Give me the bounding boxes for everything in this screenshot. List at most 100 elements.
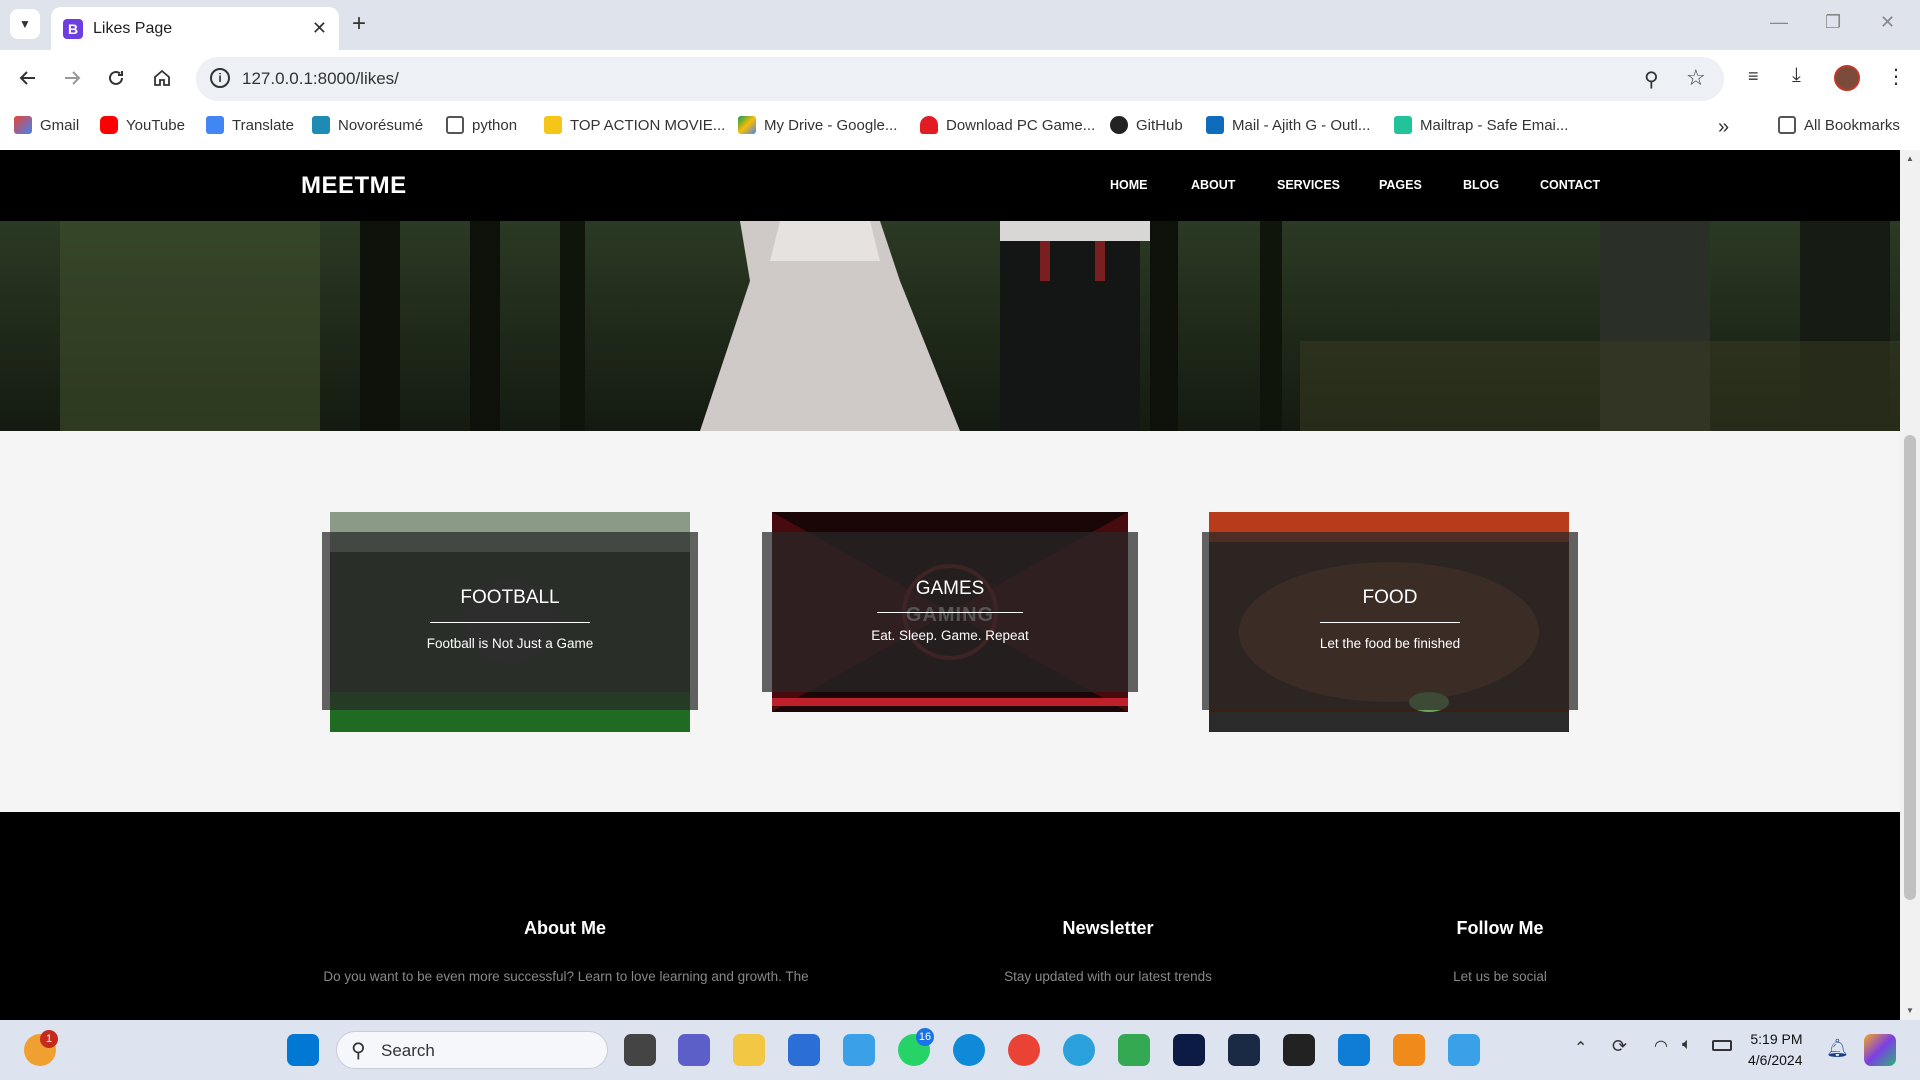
google-drive-icon[interactable]: [1118, 1034, 1150, 1066]
edge-icon[interactable]: [953, 1034, 985, 1066]
zoom-icon[interactable]: ⚲: [1644, 67, 1659, 92]
vscode-icon[interactable]: [1338, 1034, 1370, 1066]
site-footer: About Me Do you want to be even more suc…: [0, 812, 1900, 1020]
food-card-overlay[interactable]: FOOD Let the food be finished: [1202, 532, 1578, 710]
address-bar[interactable]: i 127.0.0.1:8000/likes/ ⚲ ☆: [196, 57, 1724, 101]
scroll-down-icon[interactable]: ▼: [1906, 1006, 1914, 1015]
browser-tab-bar: ▼ B Likes Page ✕ + — ❐ ✕: [0, 0, 1920, 50]
card-subtitle: Eat. Sleep. Game. Repeat: [871, 628, 1029, 643]
media-controls-icon[interactable]: ≡: [1748, 66, 1759, 87]
bookmark-python[interactable]: python: [446, 116, 517, 134]
site-info-icon[interactable]: i: [210, 68, 230, 88]
arrow-right-icon: [65, 71, 81, 85]
nav-services[interactable]: SERVICES: [1277, 178, 1340, 192]
outlook-icon: [1206, 116, 1224, 134]
nav-about[interactable]: ABOUT: [1191, 178, 1235, 192]
windows-start-icon[interactable]: [287, 1034, 319, 1066]
home-button[interactable]: [146, 62, 178, 94]
whatsapp-badge: 16: [916, 1028, 934, 1046]
gaming-background-text: GAMING: [905, 604, 995, 626]
chevron-down-icon: ▼: [19, 17, 31, 31]
taskbar-clock[interactable]: 5:19 PM 4/6/2024: [1748, 1029, 1803, 1071]
card-divider: [430, 622, 590, 623]
ghost-icon: [920, 116, 938, 134]
bookmark-novoresume[interactable]: Novorésumé: [312, 116, 423, 134]
bookmark-github[interactable]: GitHub: [1110, 116, 1183, 134]
volume-icon[interactable]: 🔈︎: [1682, 1036, 1692, 1054]
photos-icon[interactable]: [1448, 1034, 1480, 1066]
bookmark-my-drive[interactable]: My Drive - Google...: [738, 116, 897, 134]
browser-tab[interactable]: B Likes Page ✕: [51, 7, 339, 50]
football-card-overlay[interactable]: FOOTBALL Football is Not Just a Game: [322, 532, 698, 710]
scroll-up-icon[interactable]: ▲: [1906, 154, 1914, 163]
site-brand[interactable]: MEETME: [301, 172, 407, 200]
search-label: Search: [381, 1041, 435, 1060]
windows-taskbar: 1 ⚲ Search 16 ⌃ ⟳ ◠ 🔈︎ 5:19 PM 4/6/2024 …: [0, 1020, 1920, 1080]
footer-follow-title: Follow Me: [1456, 918, 1544, 938]
card-divider: [1320, 622, 1460, 623]
bookmark-mailtrap[interactable]: Mailtrap - Safe Emai...: [1394, 116, 1568, 134]
widgets-badge: 1: [40, 1030, 58, 1048]
nav-pages[interactable]: PAGES: [1379, 178, 1422, 192]
wifi-icon[interactable]: ◠: [1654, 1036, 1668, 1056]
scrollbar-thumb[interactable]: [1904, 435, 1916, 900]
download-icon[interactable]: ⤓: [1792, 64, 1801, 87]
bookmark-download-pc-game[interactable]: Download PC Game...: [920, 116, 1095, 134]
browser-toolbar: i 127.0.0.1:8000/likes/ ⚲ ☆ ≡ ⤓ ⋮: [0, 50, 1920, 108]
microsoft-store-icon[interactable]: [788, 1034, 820, 1066]
mailtrap-icon: [1394, 116, 1412, 134]
all-bookmarks[interactable]: All Bookmarks: [1778, 116, 1900, 134]
google-drive-icon: [738, 116, 756, 134]
disney-plus-icon[interactable]: [1173, 1034, 1205, 1066]
bookmark-translate[interactable]: Translate: [206, 116, 294, 134]
taskbar-search[interactable]: ⚲ Search: [336, 1031, 608, 1069]
imdb-icon: [544, 116, 562, 134]
search-icon: ⚲: [351, 1040, 366, 1062]
url-text[interactable]: 127.0.0.1:8000/likes/: [242, 69, 399, 89]
restore-icon[interactable]: ❐: [1825, 12, 1841, 33]
profile-avatar[interactable]: [1834, 65, 1860, 91]
snipping-tool-icon[interactable]: [843, 1034, 875, 1066]
bookmark-star-icon[interactable]: ☆: [1686, 65, 1706, 91]
page-viewport: MEETME HOME ABOUT SERVICES PAGES BLOG CO…: [0, 150, 1900, 1020]
arrow-left-icon: [19, 71, 35, 85]
nav-home[interactable]: HOME: [1110, 178, 1148, 192]
bookmark-outlook-mail[interactable]: Mail - Ajith G - Outl...: [1206, 116, 1370, 134]
minimize-icon[interactable]: —: [1770, 12, 1788, 33]
bookmark-youtube[interactable]: YouTube: [100, 116, 185, 134]
battery-icon[interactable]: [1712, 1040, 1732, 1051]
nav-contact[interactable]: CONTACT: [1540, 178, 1600, 192]
window-close-icon[interactable]: ✕: [1880, 12, 1895, 33]
file-explorer-icon[interactable]: [733, 1034, 765, 1066]
games-card-overlay[interactable]: GAMING GAMES Eat. Sleep. Game. Repeat: [762, 532, 1138, 692]
more-bookmarks-icon[interactable]: »: [1718, 116, 1729, 139]
back-button[interactable]: [12, 62, 44, 94]
nav-blog[interactable]: BLOG: [1463, 178, 1499, 192]
teams-chat-icon[interactable]: [678, 1034, 710, 1066]
tab-search-button[interactable]: ▼: [10, 9, 40, 39]
prime-video-icon[interactable]: [1228, 1034, 1260, 1066]
telegram-icon[interactable]: [1063, 1034, 1095, 1066]
copilot-icon[interactable]: [1864, 1034, 1896, 1066]
new-tab-button[interactable]: +: [352, 10, 366, 38]
clock-date: 4/6/2024: [1748, 1052, 1803, 1068]
reload-button[interactable]: [100, 62, 132, 94]
notification-bell-icon[interactable]: 🔔︎: [1826, 1038, 1849, 1059]
bookmarks-bar: Gmail YouTube Translate Novorésumé pytho…: [0, 108, 1920, 150]
card-title: FOOD: [1362, 587, 1418, 608]
home-icon: [154, 69, 170, 86]
tray-overflow-icon[interactable]: ⌃: [1574, 1038, 1587, 1058]
menu-dots-icon[interactable]: ⋮: [1886, 64, 1906, 89]
close-tab-icon[interactable]: ✕: [312, 18, 327, 39]
sublime-text-icon[interactable]: [1393, 1034, 1425, 1066]
bookmark-top-action-movie[interactable]: TOP ACTION MOVIE...: [544, 116, 725, 134]
bookmark-gmail[interactable]: Gmail: [14, 116, 79, 134]
sync-icon[interactable]: ⟳: [1612, 1036, 1627, 1057]
hero-couple-photo: [0, 221, 1900, 431]
hero-image: [0, 221, 1900, 431]
forward-button[interactable]: [56, 62, 88, 94]
terminal-icon[interactable]: [1283, 1034, 1315, 1066]
task-view-icon[interactable]: [624, 1034, 656, 1066]
page-scrollbar[interactable]: ▲ ▼: [1900, 150, 1920, 1020]
chrome-icon[interactable]: [1008, 1034, 1040, 1066]
